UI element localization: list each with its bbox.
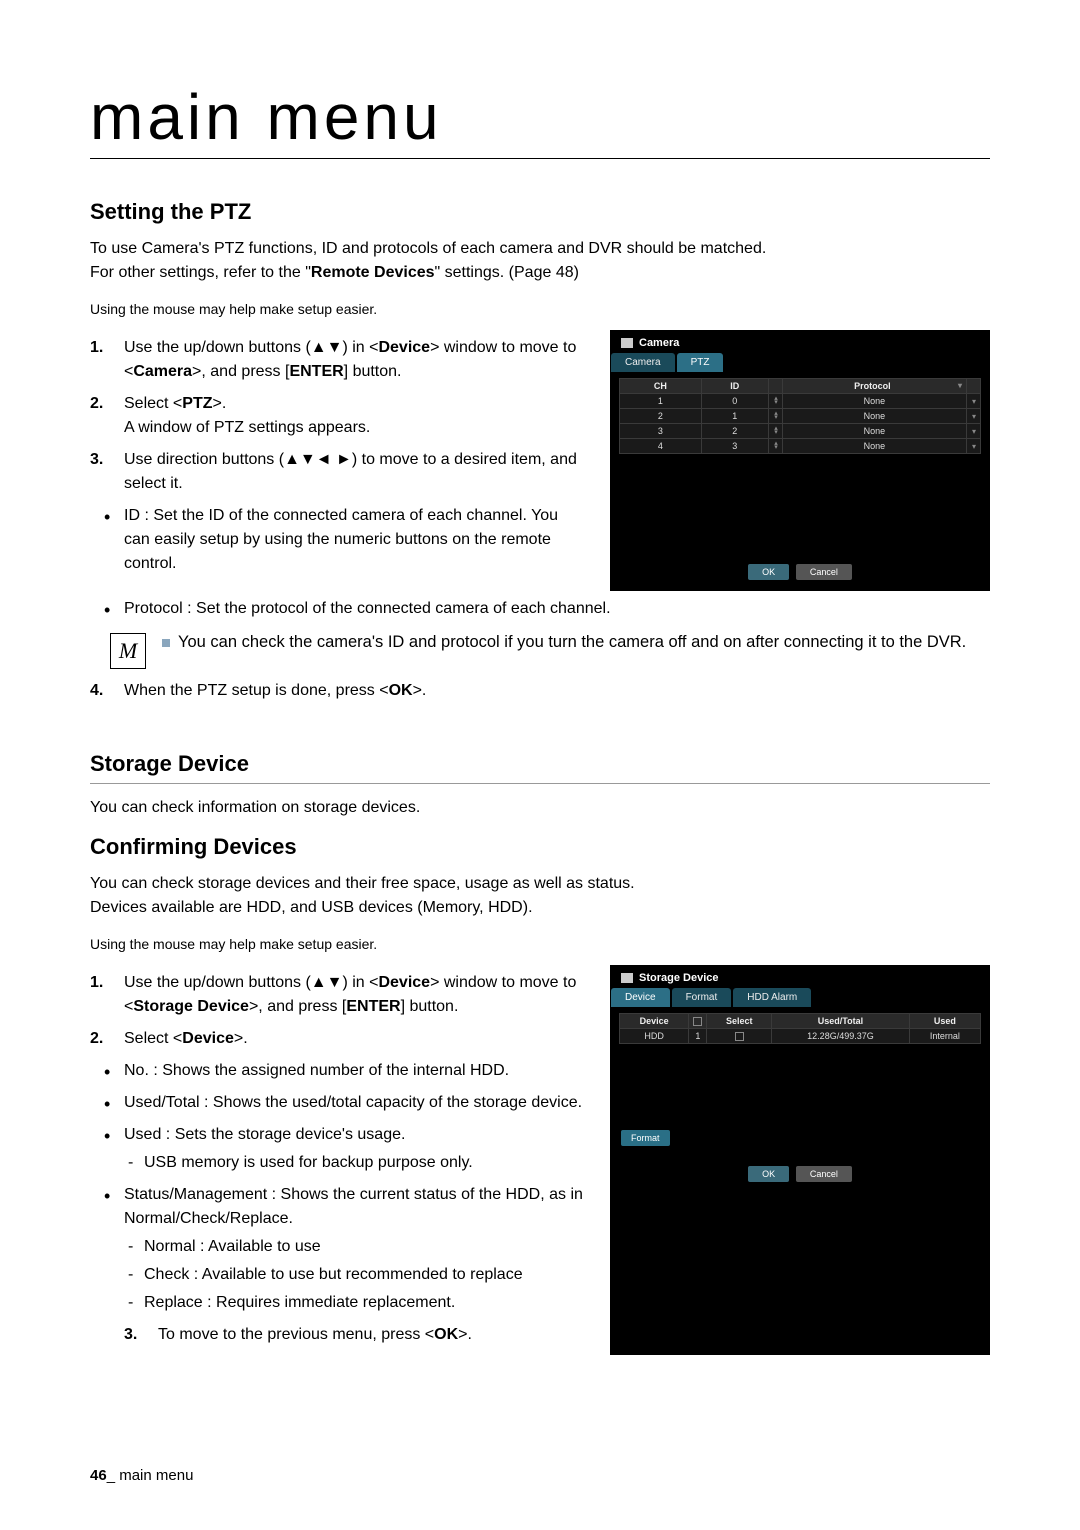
select-checkbox[interactable] [707,1029,772,1044]
step-3: 3. Use direction buttons (▲▼◄ ►) to move… [124,448,586,496]
device-table: Device Select Used/Total Used HDD 1 12.2… [619,1013,981,1044]
sub-replace: Replace : Requires immediate replacement… [144,1291,586,1315]
bullet-id: ID : Set the ID of the connected camera … [124,504,586,576]
doc-icon [693,1017,702,1026]
step-2: 2. Select <PTZ>. A window of PTZ setting… [124,392,586,440]
section-storage-device: Storage Device [90,751,990,784]
note-icon: M [110,633,146,669]
col-device: Device [620,1014,689,1029]
note-block: M You can check the camera's ID and prot… [110,633,990,669]
tab-hdd-alarm[interactable]: HDD Alarm [733,988,811,1007]
id-spinner[interactable] [768,409,782,424]
sub-check: Check : Available to use but recommended… [144,1263,586,1287]
storage-step-1: 1. Use the up/down buttons (▲▼) in <Devi… [124,971,586,1019]
sub-normal: Normal : Available to use [144,1235,586,1259]
bullet-protocol: Protocol : Set the protocol of the conne… [124,597,990,621]
confirm-intro-1: You can check storage devices and their … [90,872,990,896]
protocol-dropdown[interactable] [967,394,981,409]
dialog-title: Storage Device [611,966,989,988]
step-4: 4. When the PTZ setup is done, press <OK… [124,679,990,703]
table-row: 3 2 None [620,424,981,439]
cancel-button[interactable]: Cancel [796,1166,852,1182]
dialog-title: Camera [611,331,989,353]
table-row: HDD 1 12.28G/499.37G Internal [620,1029,981,1044]
storage-icon [621,973,633,983]
col-select: Select [707,1014,772,1029]
storage-dialog: Storage Device Device Format HDD Alarm D… [610,965,990,1355]
col-no-icon [689,1014,707,1029]
id-spinner[interactable] [768,394,782,409]
sub-confirming-devices: Confirming Devices [90,834,990,860]
col-protocol[interactable]: Protocol [782,379,966,394]
storage-step-3: 3. To move to the previous menu, press <… [158,1323,586,1347]
col-ch: CH [620,379,702,394]
ptz-table: CH ID Protocol 1 0 None 2 [619,378,981,454]
bullet-status: Status/Management : Shows the current st… [124,1183,586,1315]
table-row: 4 3 None [620,439,981,454]
sub-usb: USB memory is used for backup purpose on… [144,1151,586,1175]
ok-button[interactable]: OK [748,564,789,580]
tab-ptz[interactable]: PTZ [677,353,724,372]
ptz-intro-2: For other settings, refer to the "Remote… [90,261,990,285]
page-title: main menu [90,80,990,159]
camera-icon [621,338,633,348]
step-1: 1. Use the up/down buttons (▲▼) in <Devi… [124,336,586,384]
bullet-square-icon [162,639,170,647]
bullet-used: Used : Sets the storage device's usage. … [124,1123,586,1175]
ptz-intro-1: To use Camera's PTZ functions, ID and pr… [90,237,990,261]
storage-intro: You can check information on storage dev… [90,796,990,820]
table-row: 2 1 None [620,409,981,424]
camera-dialog: Camera Camera PTZ CH ID Protocol 1 [610,330,990,591]
id-spinner[interactable] [768,439,782,454]
bullet-no: No. : Shows the assigned number of the i… [124,1059,586,1083]
protocol-dropdown[interactable] [967,439,981,454]
confirm-intro-2: Devices available are HDD, and USB devic… [90,896,990,920]
format-button[interactable]: Format [621,1130,670,1146]
storage-helper: Using the mouse may help make setup easi… [90,934,990,955]
ok-button[interactable]: OK [748,1166,789,1182]
cancel-button[interactable]: Cancel [796,564,852,580]
bullet-used-total: Used/Total : Shows the used/total capaci… [124,1091,586,1115]
tab-camera[interactable]: Camera [611,353,675,372]
col-used: Used [909,1014,980,1029]
storage-step-2: 2. Select <Device>. [124,1027,586,1051]
col-id: ID [701,379,768,394]
ptz-helper: Using the mouse may help make setup easi… [90,299,990,320]
tab-device[interactable]: Device [611,988,670,1007]
id-spinner[interactable] [768,424,782,439]
col-used-total: Used/Total [772,1014,910,1029]
page-footer: 46_ main menu [90,1467,193,1484]
protocol-dropdown[interactable] [967,424,981,439]
tab-format[interactable]: Format [672,988,732,1007]
table-row: 1 0 None [620,394,981,409]
protocol-dropdown[interactable] [967,409,981,424]
section-setting-ptz: Setting the PTZ [90,199,990,225]
